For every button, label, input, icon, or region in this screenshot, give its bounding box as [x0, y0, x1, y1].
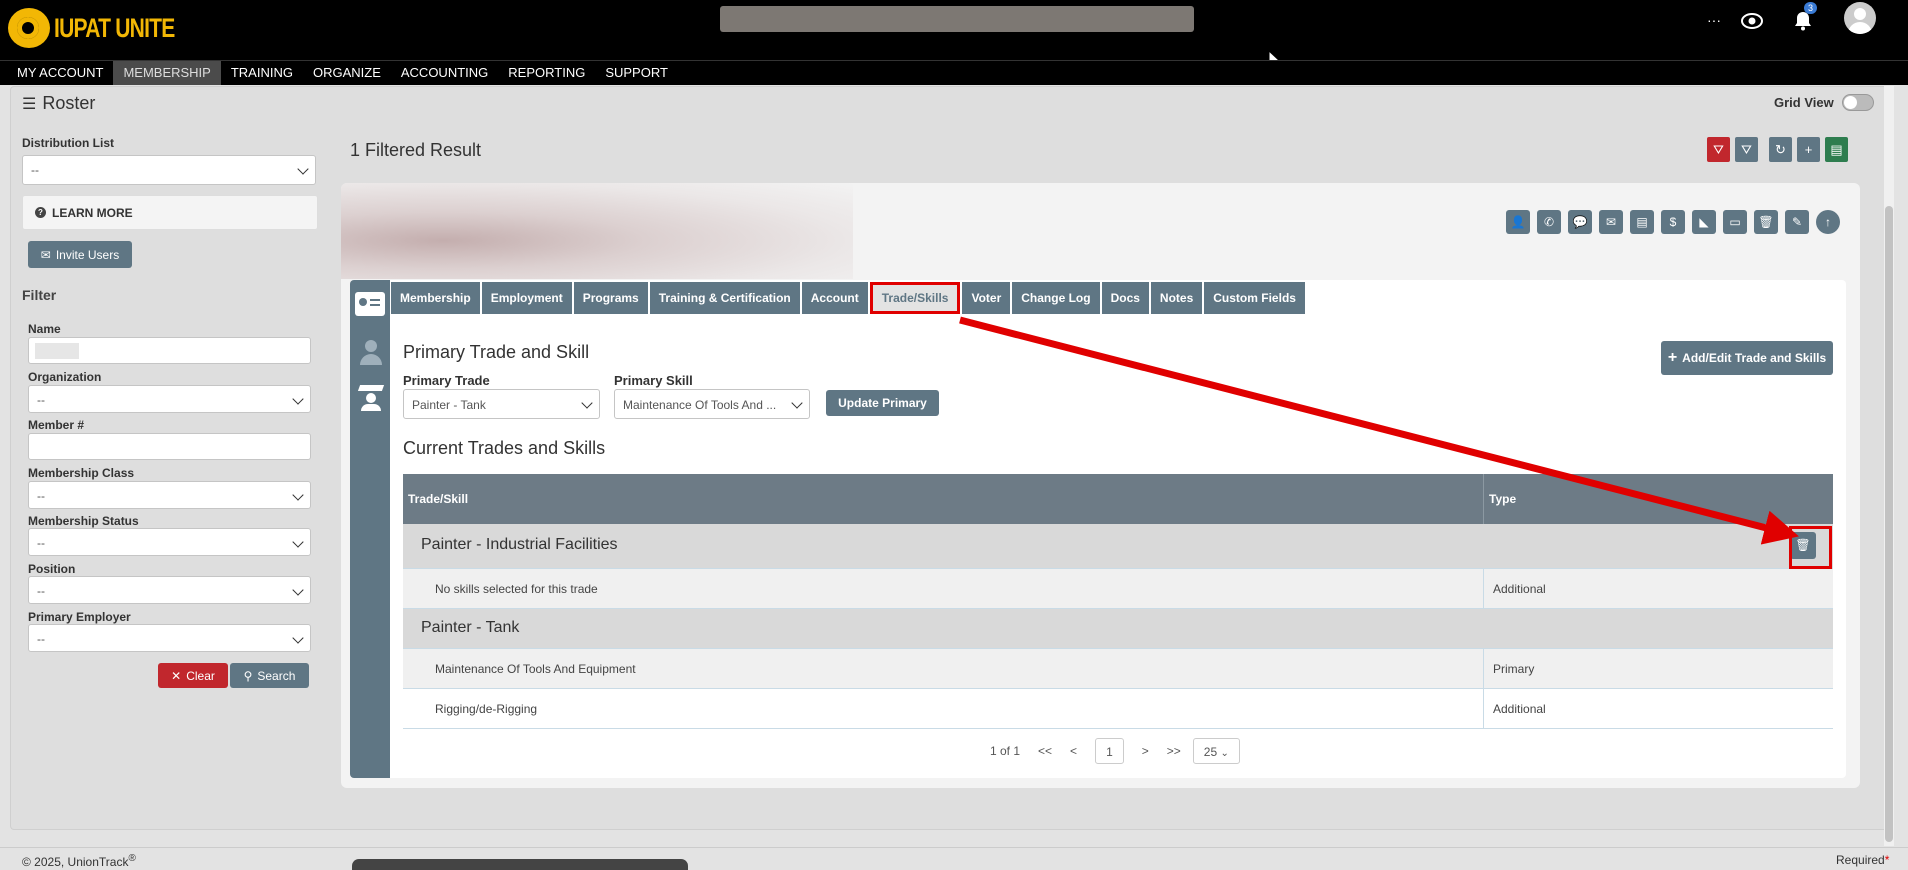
footer: © 2025, UnionTrack® Required*	[0, 847, 1908, 870]
required-text: Required	[1836, 853, 1885, 867]
bottom-bar-dark	[352, 859, 688, 870]
copyright: © 2025, UnionTrack®	[22, 853, 136, 869]
required-asterisk: *	[1884, 853, 1890, 867]
required-note: Required*	[1836, 853, 1889, 867]
registered-mark: ®	[128, 853, 136, 864]
annotation-arrow	[959, 316, 1799, 545]
copyright-text: © 2025, UnionTrack	[22, 855, 129, 869]
